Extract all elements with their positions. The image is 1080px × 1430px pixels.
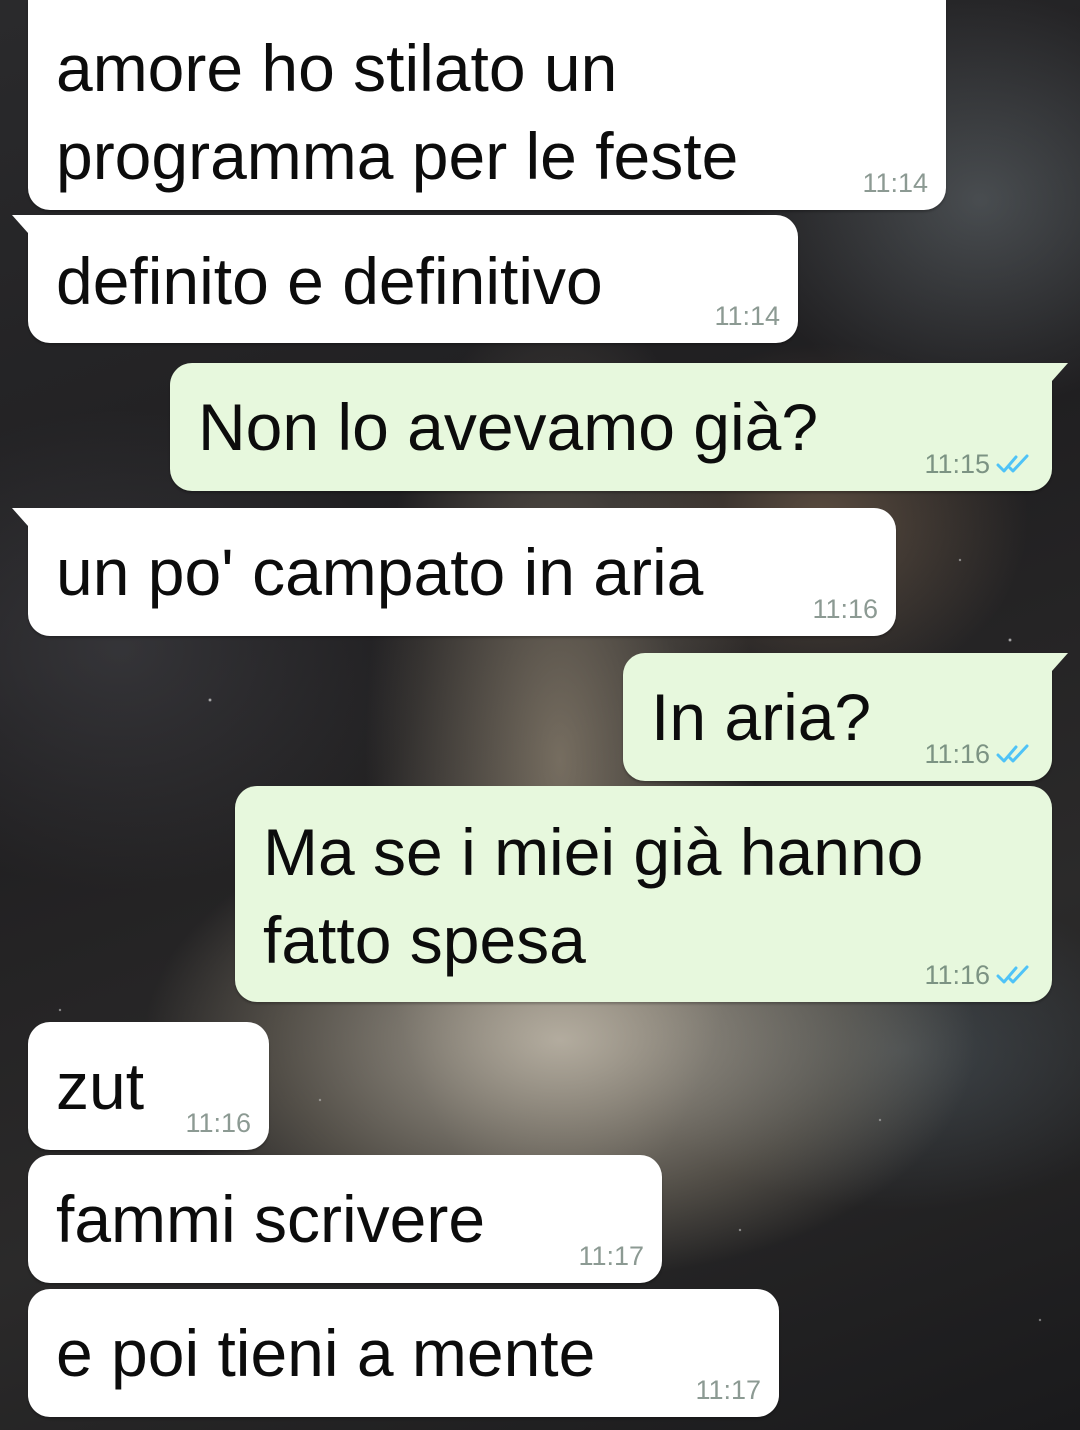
message-bubble-outgoing[interactable]: Ma se i miei già hanno fatto spesa 11:16 — [235, 786, 1052, 1002]
message-text: zut — [56, 1042, 144, 1130]
message-meta: 11:14 — [862, 168, 928, 198]
message-meta: 11:17 — [578, 1241, 644, 1271]
message-text-line: In aria? — [651, 680, 872, 754]
double-check-icon — [996, 965, 1029, 984]
message-meta: 11:14 — [714, 301, 780, 331]
message-text: Non lo avevamo già? — [198, 383, 818, 471]
message-list[interactable]: amore ho stilato un programma per le fes… — [0, 0, 1080, 1430]
message-time: 11:14 — [862, 168, 928, 198]
message-text: amore ho stilato un programma per le fes… — [56, 24, 738, 200]
message-bubble-incoming[interactable]: fammi scrivere 11:17 — [28, 1155, 662, 1283]
message-bubble-incoming[interactable]: un po' campato in aria 11:16 — [12, 508, 896, 636]
message-text-line: fatto spesa — [263, 903, 586, 977]
message-bubble-incoming[interactable]: definito e definitivo 11:14 — [12, 215, 798, 343]
double-check-icon — [996, 454, 1029, 473]
message-text-line: programma per le feste — [56, 119, 739, 193]
message-meta: 11:16 — [812, 594, 878, 624]
message-text-line: Ma se i miei già hanno — [263, 815, 924, 889]
double-check-icon — [996, 744, 1029, 763]
message-text-line: amore ho stilato un — [56, 31, 618, 105]
message-meta: 11:16 — [924, 739, 1034, 769]
message-text: In aria? — [651, 673, 871, 761]
message-text: e poi tieni a mente — [56, 1309, 595, 1397]
message-text: fammi scrivere — [56, 1175, 485, 1263]
message-time: 11:17 — [578, 1241, 644, 1271]
message-text-line: un po' campato in aria — [56, 535, 704, 609]
message-time: 11:15 — [924, 449, 990, 479]
message-time: 11:16 — [812, 594, 878, 624]
message-text-line: fammi scrivere — [56, 1182, 486, 1256]
message-text-line: zut — [56, 1049, 145, 1123]
message-bubble-incoming[interactable]: zut 11:16 — [28, 1022, 269, 1150]
message-text: un po' campato in aria — [56, 528, 703, 616]
message-text-line: definito e definitivo — [56, 244, 603, 318]
message-time: 11:16 — [924, 739, 990, 769]
message-time: 11:14 — [714, 301, 780, 331]
message-meta: 11:17 — [695, 1375, 761, 1405]
message-meta: 11:15 — [924, 449, 1034, 479]
message-time: 11:16 — [924, 960, 990, 990]
message-bubble-incoming[interactable]: amore ho stilato un programma per le fes… — [28, 0, 946, 210]
message-text-line: Non lo avevamo già? — [198, 390, 819, 464]
message-meta: 11:16 — [924, 960, 1034, 990]
message-meta: 11:16 — [185, 1108, 251, 1138]
message-bubble-outgoing[interactable]: Non lo avevamo già? 11:15 — [170, 363, 1068, 491]
message-text: definito e definitivo — [56, 237, 603, 325]
message-time: 11:16 — [185, 1108, 251, 1138]
message-text-line: e poi tieni a mente — [56, 1316, 596, 1390]
message-bubble-incoming[interactable]: e poi tieni a mente 11:17 — [28, 1289, 779, 1417]
message-bubble-outgoing[interactable]: In aria? 11:16 — [623, 653, 1068, 781]
message-text: Ma se i miei già hanno fatto spesa — [263, 808, 923, 984]
message-time: 11:17 — [695, 1375, 761, 1405]
